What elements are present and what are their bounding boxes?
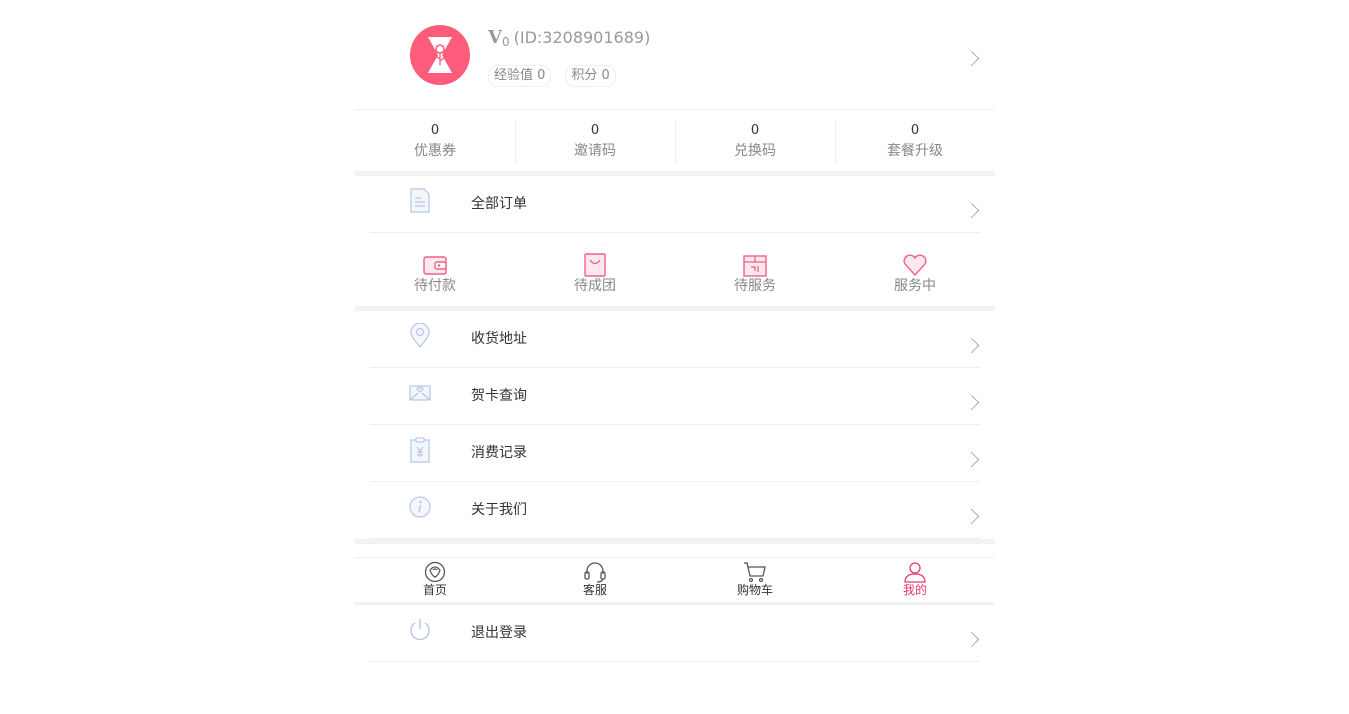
profile-header[interactable]: V0 (ID:3208901689) 经验值 0 积分 0 (355, 0, 995, 110)
vip-info: V0 (ID:3208901689) (488, 27, 651, 49)
menu-item-spending-record[interactable]: 消费记录 (370, 425, 980, 482)
vip-level: 0 (501, 35, 510, 49)
heart-icon (903, 254, 927, 277)
headset-icon (584, 562, 606, 583)
profile-tags: 经验值 0 积分 0 (488, 65, 616, 87)
stat-value: 0 (910, 123, 920, 138)
chevron-right-icon (963, 394, 980, 411)
stat-label: 兑换码 (734, 143, 776, 159)
chevron-right-icon (963, 508, 980, 525)
logout-label: 退出登录 (471, 625, 527, 641)
order-pending-service[interactable]: 待服务 (675, 233, 835, 306)
stat-value: 0 (430, 123, 440, 138)
order-status-label: 待服务 (734, 278, 776, 294)
logout-row[interactable]: 退出登录 (370, 605, 980, 662)
chevron-right-icon (963, 50, 980, 67)
menu-item-label: 消费记录 (471, 445, 527, 461)
order-status-bar: 待付款 待成团 待服务 服务中 (355, 233, 995, 311)
user-id: (ID:3208901689) (513, 28, 651, 47)
bag-icon (584, 253, 606, 277)
tab-label: 购物车 (736, 583, 773, 597)
vip-mark: V (488, 27, 502, 48)
all-orders-label: 全部订单 (471, 196, 527, 212)
stat-invite-code[interactable]: 0 邀请码 (515, 110, 675, 171)
cart-icon (744, 562, 766, 583)
tab-cart[interactable]: 购物车 (675, 558, 835, 602)
chevron-right-icon (963, 202, 980, 219)
rose-logo-icon (428, 37, 452, 73)
document-icon (410, 188, 430, 213)
order-status-label: 服务中 (894, 278, 936, 294)
card-icon (409, 385, 431, 401)
section-divider (355, 539, 995, 544)
tab-label: 客服 (582, 583, 607, 597)
points-badge: 积分 0 (565, 65, 616, 87)
stat-redeem-code[interactable]: 0 兑换码 (675, 110, 835, 171)
info-icon (409, 496, 431, 518)
location-icon (410, 323, 430, 348)
stat-label: 优惠券 (414, 143, 456, 159)
stat-coupons[interactable]: 0 优惠券 (355, 110, 515, 171)
account-page: V0 (ID:3208901689) 经验值 0 积分 0 0 优惠券 0 邀请… (355, 0, 995, 714)
stat-label: 套餐升级 (887, 143, 943, 159)
order-status-label: 待成团 (574, 278, 616, 294)
order-pending-payment[interactable]: 待付款 (355, 233, 515, 306)
menu-item-label: 贺卡查询 (471, 388, 527, 404)
tab-customer-service[interactable]: 客服 (515, 558, 675, 602)
experience-badge: 经验值 0 (488, 65, 552, 87)
rose-icon (424, 561, 446, 583)
box-icon (743, 255, 767, 277)
chevron-right-icon (963, 631, 980, 648)
chevron-right-icon (963, 337, 980, 354)
menu-item-about-us[interactable]: 关于我们 (370, 482, 980, 539)
all-orders-row[interactable]: 全部订单 (370, 176, 980, 233)
bottom-tab-bar: 首页 客服 购物车 我的 (355, 557, 995, 605)
tab-label: 我的 (902, 583, 927, 597)
stats-bar: 0 优惠券 0 邀请码 0 兑换码 0 套餐升级 (355, 110, 995, 176)
order-in-service[interactable]: 服务中 (835, 233, 995, 306)
order-status-label: 待付款 (414, 278, 456, 294)
stat-label: 邀请码 (574, 143, 616, 159)
menu-item-address[interactable]: 收货地址 (370, 311, 980, 368)
wallet-icon (423, 256, 447, 275)
tab-home[interactable]: 首页 (355, 558, 515, 602)
tab-mine[interactable]: 我的 (835, 558, 995, 602)
power-icon (410, 619, 430, 641)
stat-plan-upgrade[interactable]: 0 套餐升级 (835, 110, 995, 171)
receipt-icon (410, 437, 430, 463)
menu-item-label: 关于我们 (471, 502, 527, 518)
chevron-right-icon (963, 451, 980, 468)
avatar[interactable] (410, 25, 470, 85)
stat-value: 0 (750, 123, 760, 138)
menu-item-label: 收货地址 (471, 331, 527, 347)
tab-label: 首页 (422, 583, 447, 597)
order-pending-group[interactable]: 待成团 (515, 233, 675, 306)
menu-item-card-query[interactable]: 贺卡查询 (370, 368, 980, 425)
user-icon (904, 562, 926, 583)
stat-value: 0 (590, 123, 600, 138)
